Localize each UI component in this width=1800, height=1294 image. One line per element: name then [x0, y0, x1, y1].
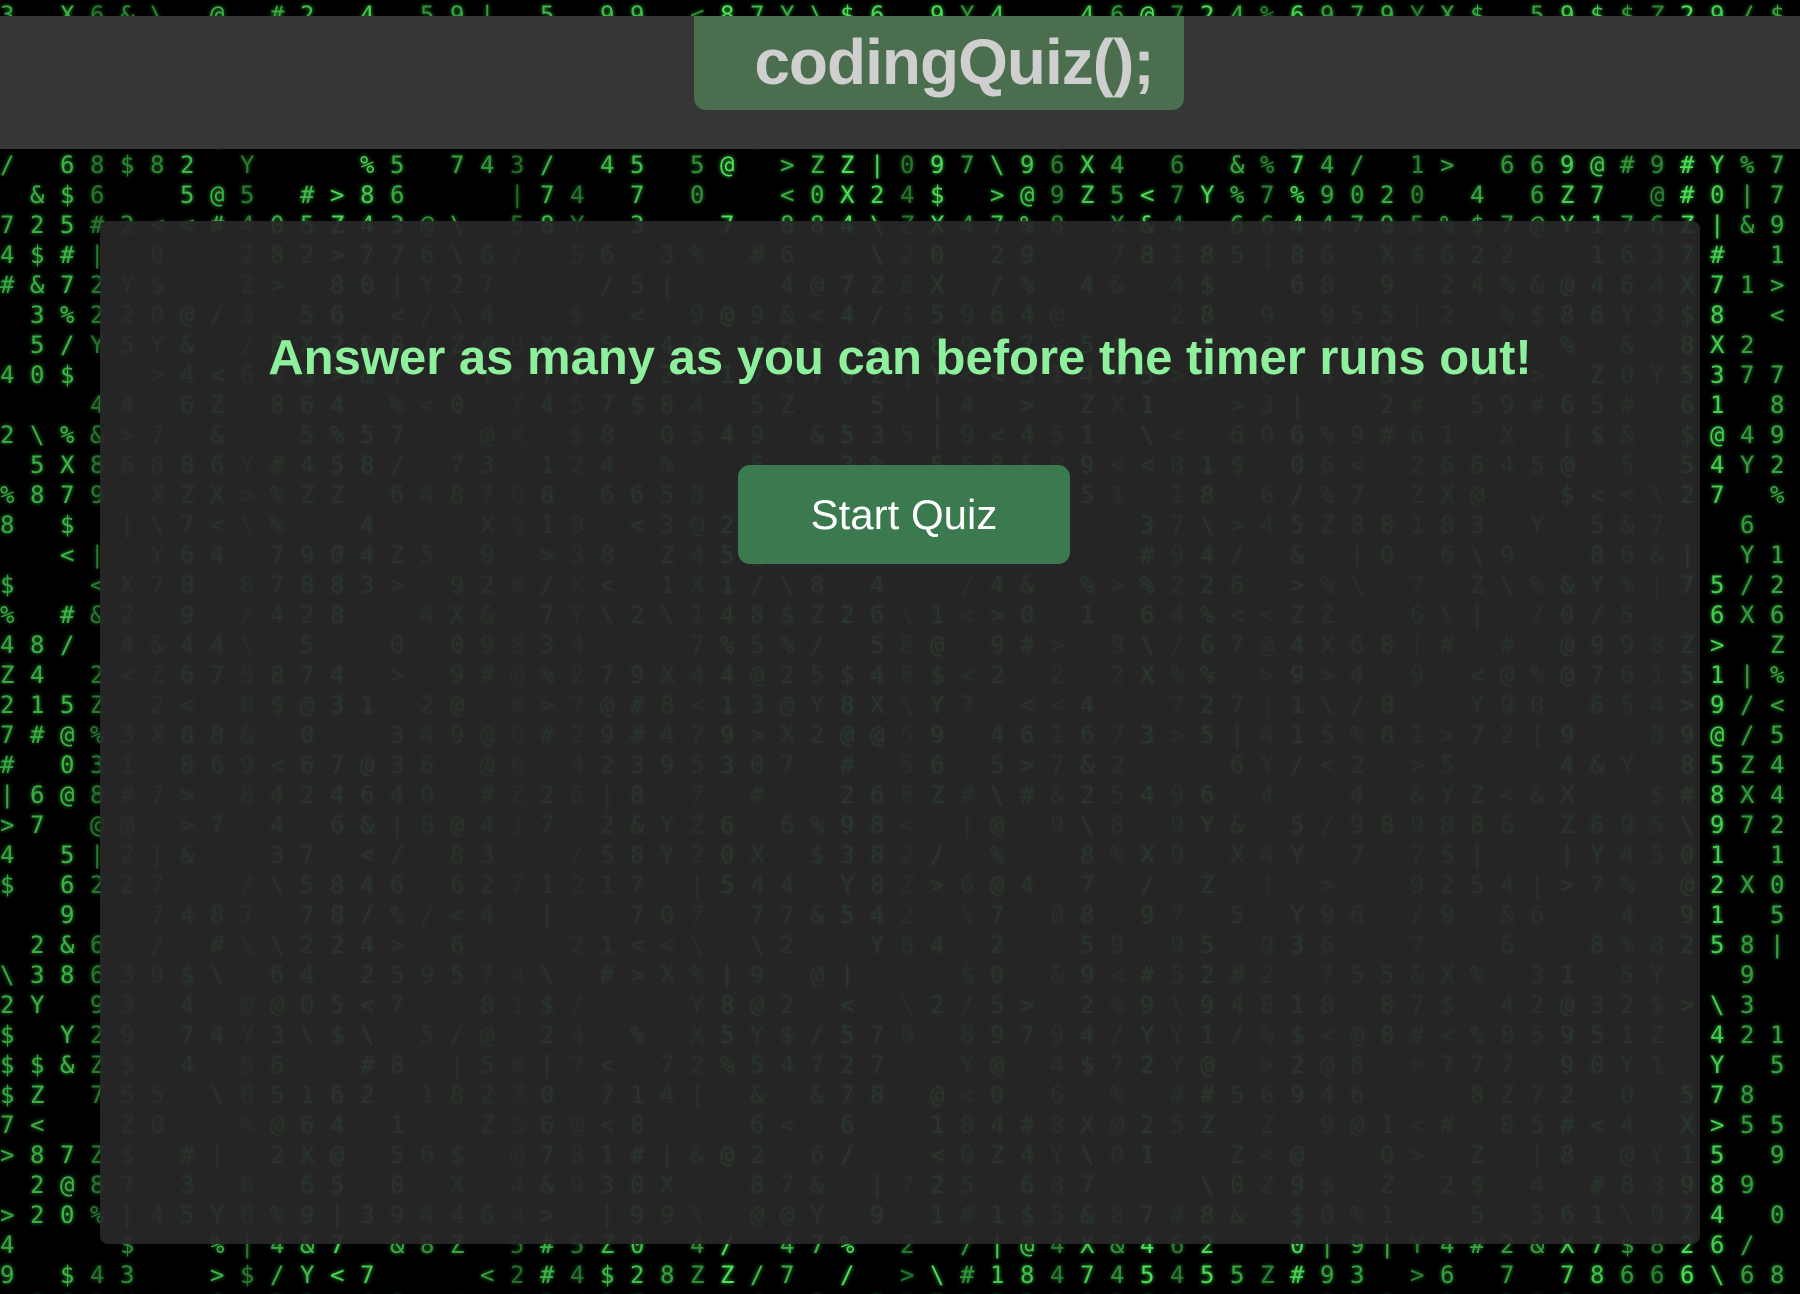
title-box: codingQuiz();	[694, 16, 1184, 110]
matrix-glyph-column: $ 0 / 7 7 9 1 > < 7 8 9 2 % 1 2 6 Z % < …	[1770, 1, 1785, 1294]
matrix-glyph-column: X 6 Y / 6 $ 5 # 7 % / $ % X 7 $ < # / 5 …	[60, 1, 75, 1294]
page-title: codingQuiz();	[754, 26, 1154, 98]
quiz-instructions: Answer as many as you can before the tim…	[268, 331, 1532, 385]
quiz-card: Answer as many as you can before the tim…	[100, 221, 1700, 1244]
matrix-glyph-column: Z X > 2 & 2 $ & 3 5 0 \ 5 8 8 4 1 # 6 7 …	[30, 31, 45, 1294]
matrix-glyph-column: 9 7 7 > Y 0 | # 7 8 X 3 1 @ 4 7 5 6 > 1 …	[1710, 1, 1725, 1294]
start-quiz-button[interactable]: Start Quiz	[738, 465, 1070, 564]
matrix-glyph-column: 3 $ 2 & 8 / 7 4 # 4 2 % 8 $ % 4 Z 2 7 # …	[0, 1, 15, 1294]
matrix-glyph-column: / 5 2 > % | & 1 2 7 4 Y 6 Y / X | / / Z …	[1740, 1, 1755, 1294]
header-bar: codingQuiz();	[0, 16, 1800, 149]
